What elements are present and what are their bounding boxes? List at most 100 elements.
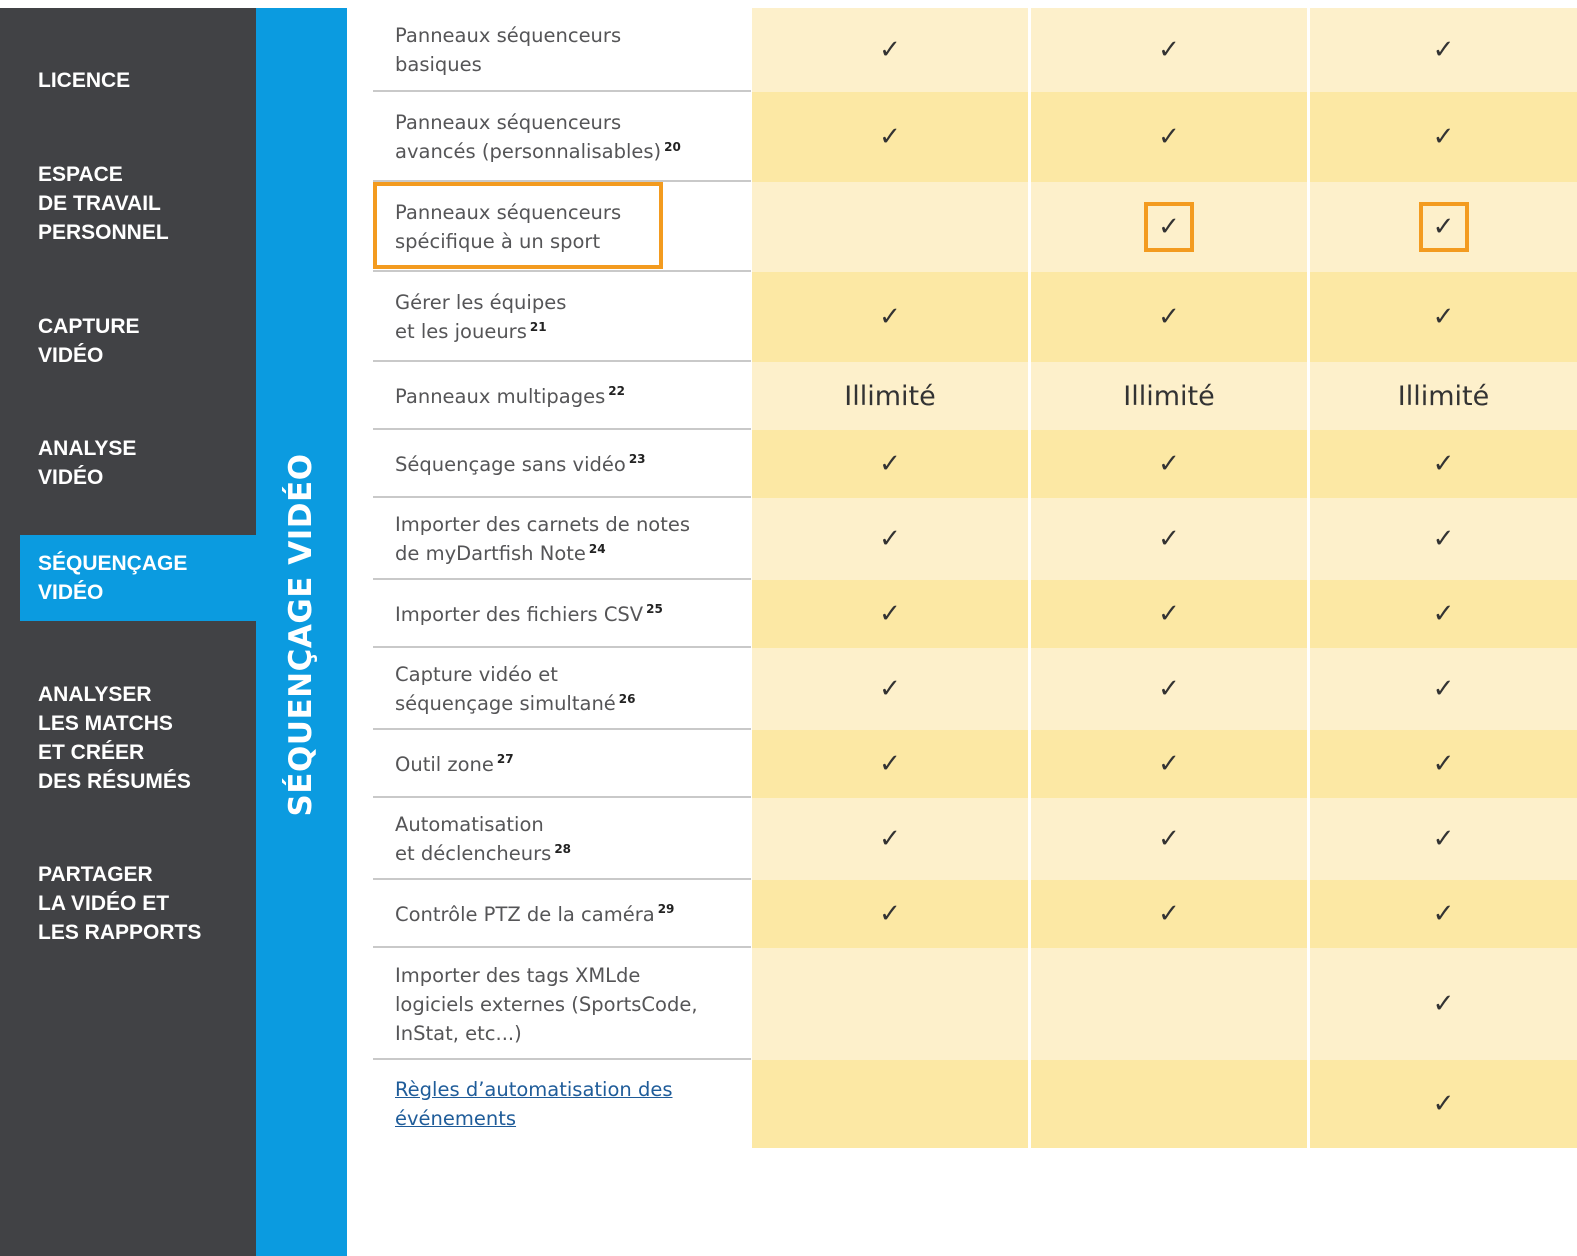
feature-label-text: Panneaux multipages [395, 384, 606, 408]
feature-label: Contrôle PTZ de la caméra 29 [373, 880, 751, 948]
plan-cell: ✓ [1310, 272, 1577, 362]
feature-label-text: Panneaux séquenceurs avancés (personnali… [395, 111, 662, 163]
feature-label-text: Capture vidéo et séquençage simultané [395, 663, 616, 715]
checkmark-icon: ✓ [1158, 302, 1180, 332]
checkmark-icon: ✓ [1158, 749, 1180, 779]
plan-cell [1031, 948, 1307, 1060]
feature-label: Séquençage sans vidéo 23 [373, 430, 751, 498]
checkmark-icon: ✓ [879, 449, 901, 479]
plan-cell: ✓ [1031, 498, 1307, 580]
table-row: Importer des fichiers CSV 25 ✓ ✓ ✓ [0, 580, 1577, 648]
table-row: Automatisation et déclencheurs 28 ✓ ✓ ✓ [0, 798, 1577, 880]
checkmark-icon: ✓ [1432, 989, 1455, 1019]
plan-cell: ✓ [1310, 498, 1577, 580]
plan-cell: ✓ [1031, 580, 1307, 648]
feature-label-text: Importer des tags XMLde logiciels extern… [395, 963, 698, 1045]
feature-label: Outil zone 27 [373, 730, 751, 798]
table-row: Règles d’automatisation des événements ✓ [0, 1060, 1577, 1148]
plan-cell: ✓ [1310, 648, 1577, 730]
checkmark-icon: ✓ [1432, 599, 1455, 629]
feature-label: Panneaux multipages 22 [373, 362, 751, 430]
plan-cell: Illimité [1031, 362, 1307, 430]
checkmark-icon: ✓ [879, 35, 901, 65]
checkmark-icon: ✓ [1432, 302, 1455, 332]
plan-cell: ✓ [752, 880, 1028, 948]
plan-cell: ✓ [752, 498, 1028, 580]
feature-label: Panneaux séquenceurs spécifique à un spo… [373, 182, 751, 272]
plan-cell: ✓ [752, 730, 1028, 798]
plan-cell: ✓ [752, 580, 1028, 648]
feature-label: Importer des fichiers CSV 25 [373, 580, 751, 648]
feature-label-text: Automatisation et déclencheurs [395, 813, 552, 865]
plan-cell: ✓ [1310, 880, 1577, 948]
plan-cell: ✓ [1310, 948, 1577, 1060]
checkmark-icon: ✓ [879, 824, 901, 854]
plan-cell: ✓ [752, 92, 1028, 182]
footnote-number: 27 [496, 752, 514, 766]
checkmark-icon: ✓ [1432, 122, 1455, 152]
plan-cell: ✓ [1031, 182, 1307, 272]
plan-cell: ✓ [752, 8, 1028, 92]
footnote-number: 25 [646, 602, 663, 616]
plan-cell: ✓ [752, 430, 1028, 498]
checkmark-icon: ✓ [1158, 824, 1180, 854]
plan-cell: ✓ [1031, 730, 1307, 798]
plan-cell: ✓ [1031, 92, 1307, 182]
feature-label-text: Outil zone [395, 752, 494, 776]
cell-value: Illimité [1123, 380, 1215, 412]
feature-link[interactable]: Règles d’automatisation des événements [395, 1075, 673, 1133]
plan-cell: Illimité [1310, 362, 1577, 430]
checkmark-icon: ✓ [1158, 599, 1180, 629]
table-row: Panneaux multipages 22 Illimité Illimité Ill… [0, 362, 1577, 430]
table-row: Panneaux séquenceurs basiques ✓ ✓ ✓ [0, 8, 1577, 92]
cell-value: Illimité [1397, 380, 1490, 412]
plan-cell: Illimité [752, 362, 1028, 430]
footnote-number: 24 [588, 541, 606, 556]
checkmark-highlight-box: ✓ [1418, 202, 1469, 252]
feature-label: Panneaux séquenceurs avancés (personnali… [373, 92, 751, 182]
plan-cell: ✓ [1310, 798, 1577, 880]
footnote-number: 21 [529, 319, 547, 334]
checkmark-icon: ✓ [1158, 674, 1180, 704]
feature-label: Importer des carnets de notes de myDartf… [373, 498, 751, 580]
feature-label[interactable]: Règles d’automatisation des événements [373, 1060, 751, 1148]
checkmark-highlight-box: ✓ [1144, 202, 1194, 252]
plan-cell: ✓ [1031, 648, 1307, 730]
checkmark-icon: ✓ [1432, 212, 1455, 242]
checkmark-icon: ✓ [879, 674, 901, 704]
checkmark-icon: ✓ [1432, 899, 1455, 929]
table-row: Contrôle PTZ de la caméra 29 ✓ ✓ ✓ [0, 880, 1577, 948]
feature-label-text: Contrôle PTZ de la caméra [395, 902, 655, 926]
feature-label: Capture vidéo et séquençage simultané 26 [373, 648, 751, 730]
feature-label-text: Importer des fichiers CSV [395, 602, 644, 626]
checkmark-icon: ✓ [1158, 449, 1180, 479]
feature-label-text: Gérer les équipes et les joueurs [395, 291, 567, 343]
feature-label: Panneaux séquenceurs basiques [373, 8, 751, 92]
footnote-number: 26 [618, 691, 636, 706]
checkmark-icon: ✓ [1432, 1089, 1455, 1119]
table-row: Importer des carnets de notes de myDartf… [0, 498, 1577, 580]
table-row: Capture vidéo et séquençage simultané 26 ✓… [0, 648, 1577, 730]
plan-cell [752, 182, 1028, 272]
table-row: Outil zone 27 ✓ ✓ ✓ [0, 730, 1577, 798]
feature-label: Gérer les équipes et les joueurs 21 [373, 272, 751, 362]
plan-cell: ✓ [752, 648, 1028, 730]
checkmark-icon: ✓ [879, 749, 901, 779]
footnote-number: 28 [554, 841, 572, 856]
plan-cell: ✓ [1310, 730, 1577, 798]
checkmark-icon: ✓ [1432, 824, 1455, 854]
feature-label-text: Séquençage sans vidéo [395, 452, 626, 476]
table-row: Gérer les équipes et les joueurs 21 ✓ ✓ ✓ [0, 272, 1577, 362]
checkmark-icon: ✓ [1158, 524, 1180, 554]
plan-cell: ✓ [1310, 430, 1577, 498]
plan-cell: ✓ [752, 798, 1028, 880]
checkmark-icon: ✓ [1158, 35, 1180, 65]
plan-cell: ✓ [1310, 182, 1577, 272]
plan-cell [752, 1060, 1028, 1148]
plan-cell: ✓ [1310, 1060, 1577, 1148]
checkmark-icon: ✓ [1432, 674, 1455, 704]
checkmark-icon: ✓ [1432, 749, 1455, 779]
plan-cell: ✓ [1310, 8, 1577, 92]
checkmark-icon: ✓ [1432, 35, 1455, 65]
plan-cell: ✓ [1031, 798, 1307, 880]
